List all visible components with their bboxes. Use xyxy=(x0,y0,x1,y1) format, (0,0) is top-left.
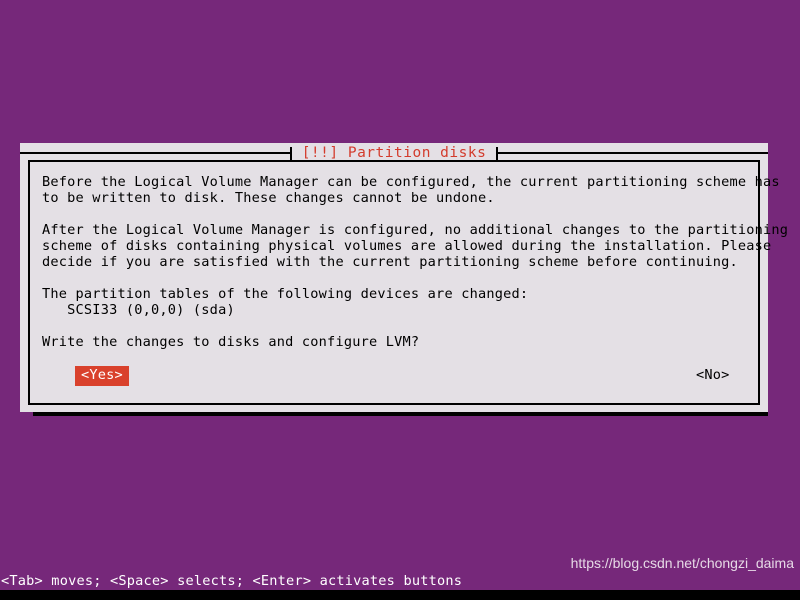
watermark-url: https://blog.csdn.net/chongzi_daima xyxy=(570,555,794,571)
changed-device-item: SCSI33 (0,0,0) (sda) xyxy=(42,302,235,318)
paragraph-line: to be written to disk. These changes can… xyxy=(42,190,495,206)
title-rule-left xyxy=(20,147,292,163)
confirm-question: Write the changes to disks and configure… xyxy=(42,334,420,350)
keyboard-hint-bar: <Tab> moves; <Space> selects; <Enter> ac… xyxy=(1,573,463,589)
paragraph-line: decide if you are satisfied with the cur… xyxy=(42,254,738,270)
partition-disks-dialog: [!!] Partition disks Before the Logical … xyxy=(20,143,789,412)
no-button[interactable]: <No> xyxy=(690,366,736,386)
yes-button[interactable]: <Yes> xyxy=(75,366,129,386)
bottom-black-strip xyxy=(0,590,800,600)
title-rule-right xyxy=(496,147,769,163)
installer-screen: [!!] Partition disks Before the Logical … xyxy=(0,0,800,600)
dialog-button-row: <Yes> <No> xyxy=(30,366,758,386)
dialog-content: Before the Logical Volume Manager can be… xyxy=(28,160,789,405)
paragraph-line: After the Logical Volume Manager is conf… xyxy=(42,222,789,238)
paragraph-line: scheme of disks containing physical volu… xyxy=(42,238,772,254)
changed-devices-heading: The partition tables of the following de… xyxy=(42,286,529,302)
paragraph-line: Before the Logical Volume Manager can be… xyxy=(42,174,780,190)
